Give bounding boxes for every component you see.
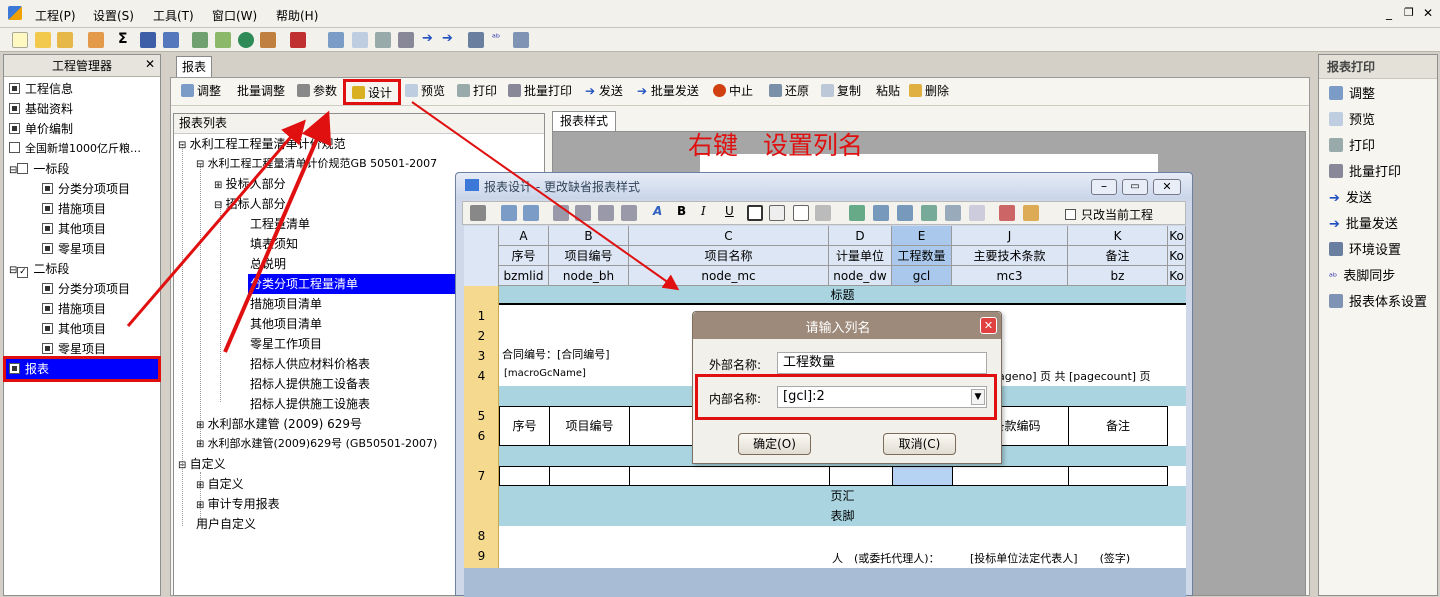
arrow-to-grid	[411, 101, 680, 291]
arrow-to-design	[126, 119, 306, 327]
arrow-overlay	[126, 101, 680, 353]
